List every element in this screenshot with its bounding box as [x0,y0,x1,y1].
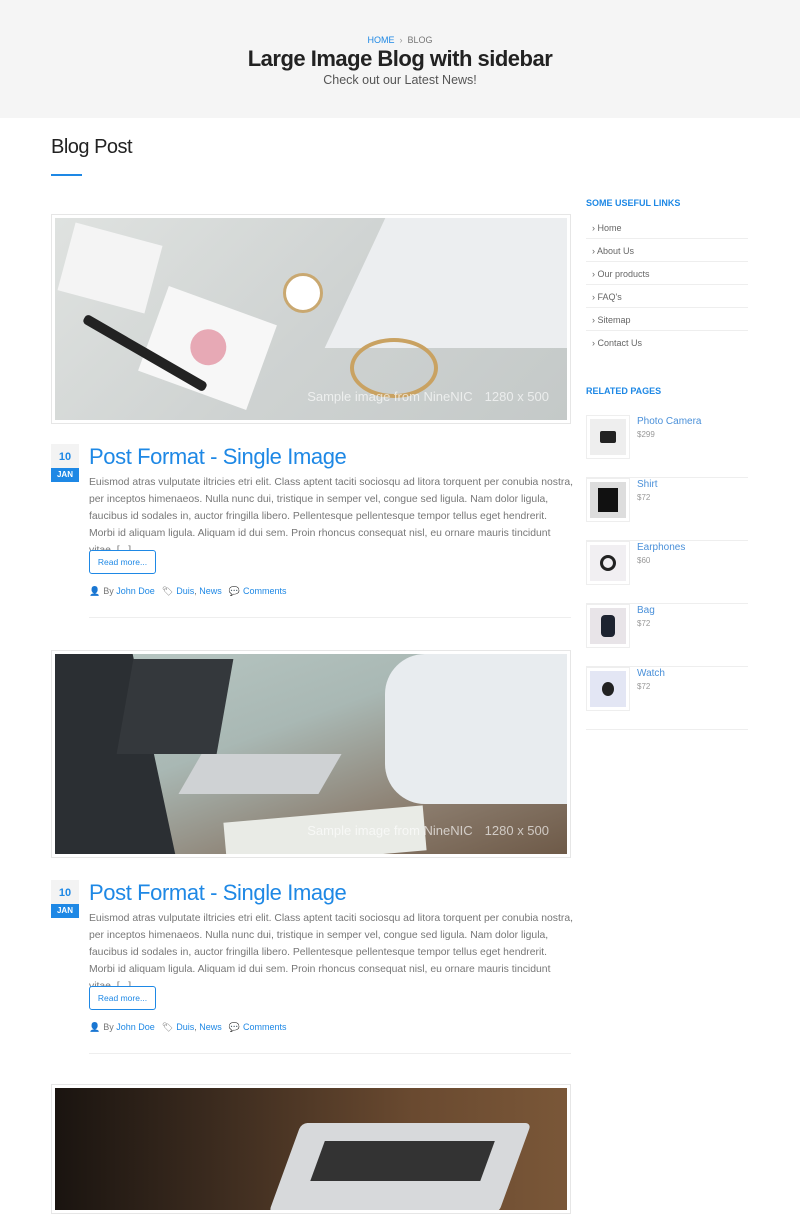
product-thumbnail[interactable] [586,541,630,585]
product-thumbnail[interactable] [586,478,630,522]
by-label: By [103,1022,114,1032]
tag-icon: 🏷 [161,586,174,596]
tag-link[interactable]: News [199,1022,222,1032]
by-label: By [103,586,114,596]
image-watermark: Sample image from NineNIC 1280 x 500 [307,389,549,404]
product-name[interactable]: Shirt [637,479,658,490]
page-header: HOME › BLOG Large Image Blog with sidebar … [0,0,800,118]
post-date: 10 JAN [51,880,79,918]
post-excerpt: Euismod atras vulputate iltricies etri e… [89,913,573,992]
user-icon: 👤 [89,1022,101,1032]
post-image[interactable]: Sample image from NineNIC 1280 x 500 [51,214,571,424]
comments-icon: 💬 [228,586,240,596]
sidebar-link-label: Our products [597,269,650,279]
tag-link[interactable]: Duis [176,586,194,596]
blog-post: Sample image from NineNIC 1280 x 500 10 JA… [51,650,573,1054]
breadcrumb-current: BLOG [407,35,433,45]
post-meta: 👤 By John Doe 🏷 Duis, News 💬 Comments [89,586,287,596]
sidebar-link[interactable]: › About Us [586,239,748,262]
user-icon: 👤 [89,586,101,596]
title-underline [51,174,82,176]
sidebar-link-label: About Us [597,246,635,256]
useful-links-widget: SOME USEFUL LINKS › Home › About Us › Our … [586,198,748,354]
post-date: 10 JAN [51,444,79,482]
post-image[interactable] [51,1084,571,1214]
comments-link[interactable]: Comments [243,1022,287,1032]
tag-icon: 🏷 [161,1022,174,1032]
product-thumbnail[interactable] [586,415,630,459]
sidebar-link-label: Contact Us [597,338,643,348]
breadcrumb-home[interactable]: HOME [367,35,394,45]
comments-link[interactable]: Comments [243,586,287,596]
product-name[interactable]: Earphones [637,542,685,553]
post-title[interactable]: Post Format - Single Image [89,444,347,470]
post-excerpt: Euismod atras vulputate iltricies etri e… [89,477,573,556]
author-link[interactable]: John Doe [116,586,155,596]
product-price: $72 [637,682,651,691]
post-image[interactable]: Sample image from NineNIC 1280 x 500 [51,650,571,858]
widget-title: SOME USEFUL LINKS [586,198,681,208]
widget-title: RELATED PAGES [586,386,662,396]
author-link[interactable]: John Doe [116,1022,155,1032]
sidebar-link[interactable]: › Home [586,216,748,239]
post-meta: 👤 By John Doe 🏷 Duis, News 💬 Comments [89,1022,287,1032]
divider [89,1053,571,1054]
sidebar-link[interactable]: › Sitemap [586,308,748,331]
chevron-right-icon: › [399,35,403,45]
related-item: Earphones $60 [586,541,748,604]
related-item: Bag $72 [586,604,748,667]
related-item: Shirt $72 [586,478,748,541]
product-name[interactable]: Photo Camera [637,416,701,427]
product-price: $72 [637,619,651,628]
hero-subtitle: Check out our Latest News! [323,73,477,87]
post-day: 10 [51,444,79,468]
post-month: JAN [51,468,79,482]
sidebar-link-label: Home [597,223,622,233]
related-item: Photo Camera $299 [586,415,748,478]
product-name[interactable]: Bag [637,605,655,616]
blog-post [51,1084,571,1214]
image-watermark: Sample image from NineNIC 1280 x 500 [307,823,549,838]
post-month: JAN [51,904,79,918]
product-name[interactable]: Watch [637,668,665,679]
sidebar-link[interactable]: › FAQ's [586,285,748,308]
tag-link[interactable]: Duis [176,1022,194,1032]
post-title[interactable]: Post Format - Single Image [89,880,347,906]
read-more-button[interactable]: Read more... [89,986,156,1010]
blog-post: Sample image from NineNIC 1280 x 500 10 JA… [51,214,573,618]
related-item: Watch $72 [586,667,748,730]
related-pages-widget: RELATED PAGES Photo Camera $299 Shirt $72 Ea… [586,386,748,730]
product-thumbnail[interactable] [586,604,630,648]
tag-link[interactable]: News [199,586,222,596]
sidebar-link[interactable]: › Our products [586,262,748,285]
product-price: $299 [637,430,655,439]
product-thumbnail[interactable] [586,667,630,711]
product-price: $72 [637,493,651,502]
breadcrumb: HOME › BLOG [0,35,800,45]
post-day: 10 [51,880,79,904]
read-more-button[interactable]: Read more... [89,550,156,574]
sidebar-link-label: Sitemap [597,315,631,325]
product-price: $60 [637,556,651,565]
comments-icon: 💬 [228,1022,240,1032]
divider [89,617,571,618]
page-title: Blog Post [51,136,133,158]
sidebar-link-label: FAQ's [597,292,622,302]
sidebar-link[interactable]: › Contact Us [586,331,748,354]
hero-title: Large Image Blog with sidebar [247,46,553,71]
